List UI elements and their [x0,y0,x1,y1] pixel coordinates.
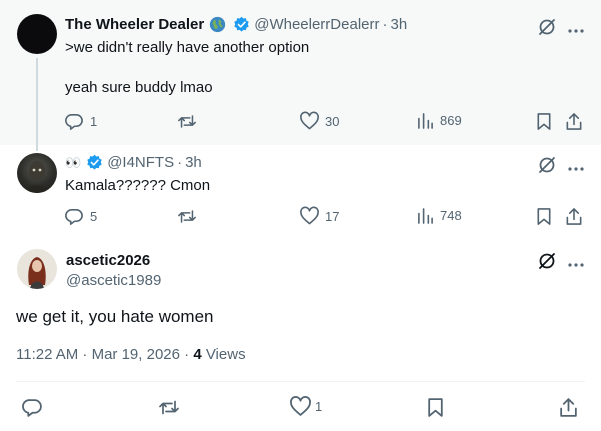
divider [16,381,585,382]
heart-icon [300,111,319,130]
bookmark-icon [537,113,551,130]
like-button[interactable]: 30 [300,111,340,130]
views-button[interactable]: 869 [417,112,462,129]
tweet-actions: 1 [22,396,582,419]
view-count: 748 [440,208,462,223]
tweet-time[interactable]: 3h [185,154,202,171]
avatar[interactable] [17,249,57,289]
grok-icon[interactable] [537,251,557,276]
view-count: 4 [193,346,202,363]
avatar[interactable] [17,153,57,193]
more-options-icon[interactable] [567,21,585,39]
bookmark-icon [428,398,443,417]
like-count: 17 [325,208,340,224]
share-button[interactable] [565,207,583,226]
share-icon [560,398,577,417]
grok-icon[interactable] [537,155,557,180]
more-options-icon[interactable] [567,159,585,177]
separator-dot: · [382,16,388,33]
separator-dot: · [177,154,183,171]
author-name[interactable]: ascetic2026 [66,252,150,269]
author-handle[interactable]: @I4NFTS [107,154,174,171]
reply-button[interactable] [22,397,43,418]
reply-button[interactable]: 5 [65,207,97,226]
bookmark-icon [537,208,551,225]
grok-icon[interactable] [537,17,557,42]
tweet-top-icons [537,17,585,42]
thread-line [36,145,38,151]
heart-icon [290,396,311,416]
reply-icon [22,399,42,417]
verified-badge-icon [233,16,250,33]
tweet-time[interactable]: 3h [390,16,407,33]
tweet-header: 👀 @I4NFTS · 3h [65,154,202,171]
share-button[interactable] [565,112,583,131]
retweet-button[interactable] [158,397,180,418]
bookmark-button[interactable] [536,112,552,131]
tweet-text: Kamala?????? Cmon [65,177,211,194]
like-count: 30 [325,113,340,129]
share-button[interactable] [559,397,578,418]
tweet-actions: 1 30 869 [65,111,585,132]
like-button[interactable]: 1 [290,396,323,416]
like-count: 1 [315,399,323,414]
tweet-text: >we didn't really have another option ye… [65,39,310,96]
thread-line [36,58,38,145]
reply-button[interactable]: 1 [65,112,97,131]
like-button[interactable]: 17 [300,206,340,225]
views-chart-icon [418,113,433,129]
reply-icon [65,209,83,225]
bookmark-button[interactable] [427,397,444,418]
views-label: Views [201,346,246,363]
tweet-timestamp[interactable]: 11:22 AM · Mar 19, 2026 · [16,346,193,363]
share-icon [566,113,582,130]
bookmark-button[interactable] [536,207,552,226]
retweet-icon [178,210,196,223]
reply-count: 1 [90,114,98,129]
retweet-button[interactable] [177,112,197,131]
tweet-actions: 5 17 748 [65,206,585,227]
reply-count: 5 [90,209,98,224]
tweet-wheeler-dealer[interactable]: The Wheeler Dealer @WheelerrDealerr · 3h… [0,0,601,145]
verified-badge-icon [86,154,103,171]
reply-icon [65,114,83,130]
more-options-icon[interactable] [567,255,585,273]
author-name[interactable]: The Wheeler Dealer [65,16,204,33]
globe-icon [209,16,226,33]
tweet-top-icons [537,251,585,276]
heart-icon [300,206,319,225]
tweet-top-icons [537,155,585,180]
tweet-header: The Wheeler Dealer @WheelerrDealerr · 3h [65,16,407,33]
author-handle[interactable]: @ascetic1989 [66,272,161,289]
share-icon [566,208,582,225]
views-button[interactable]: 748 [417,207,462,224]
tweet-text: we get it, you hate women [16,307,214,326]
retweet-icon [178,115,196,128]
avatar[interactable] [17,14,57,54]
views-chart-icon [418,208,433,224]
view-count: 869 [440,113,462,128]
tweet-i4nfts[interactable]: 👀 @I4NFTS · 3h Kamala?????? Cmon 5 17 74… [0,145,601,240]
author-handle[interactable]: @WheelerrDealerr [254,16,379,33]
author-name[interactable]: 👀 [65,155,81,171]
tweet-meta: 11:22 AM · Mar 19, 2026 · 4 Views [16,346,246,363]
retweet-icon [159,400,179,415]
retweet-button[interactable] [177,207,197,226]
